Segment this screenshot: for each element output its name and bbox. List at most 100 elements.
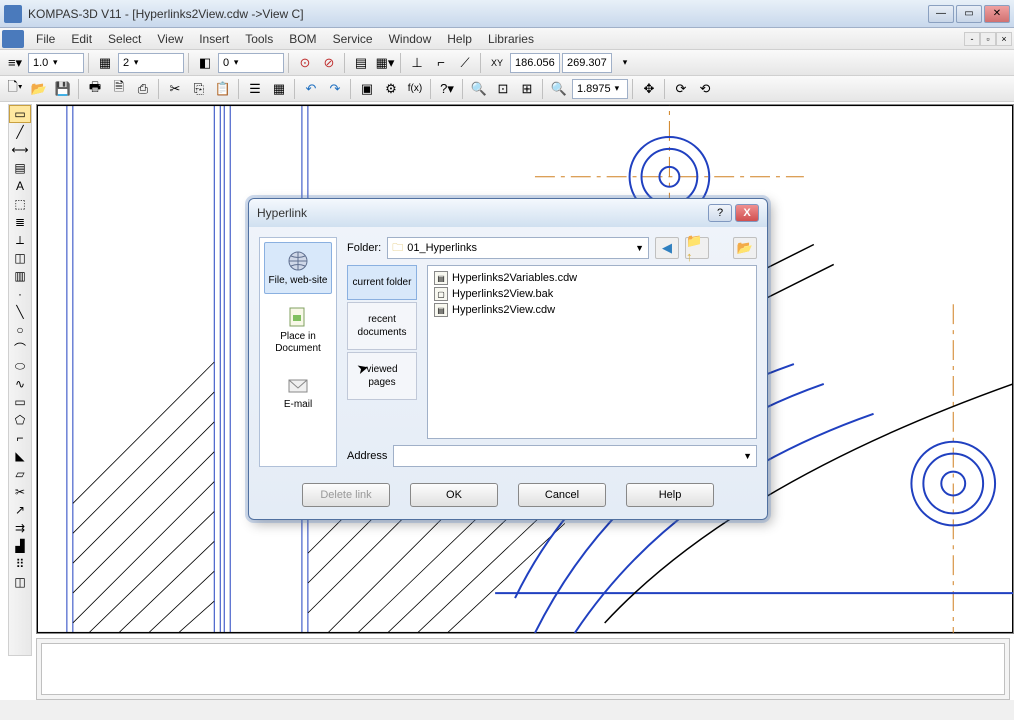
tool-copy-icon[interactable]: ⏥ — [9, 465, 31, 483]
tool-dim-icon[interactable]: ⟷ — [9, 141, 31, 159]
new-icon[interactable]: 🗋▾ — [4, 78, 26, 100]
tool-line-icon[interactable]: ╱ — [9, 123, 31, 141]
zoom-window-icon[interactable]: ⊡ — [492, 78, 514, 100]
mdi-minimize-button[interactable]: - — [964, 32, 980, 46]
menu-insert[interactable]: Insert — [191, 30, 237, 48]
coord-y-field[interactable]: 269.307 — [562, 53, 612, 73]
table-icon[interactable]: ▦ — [268, 78, 290, 100]
coord-x-field[interactable]: 186.056 — [510, 53, 560, 73]
command-line[interactable] — [41, 643, 1005, 695]
help-context-icon[interactable]: ?▾ — [436, 78, 458, 100]
file-item[interactable]: ▤ Hyperlinks2Variables.cdw — [432, 270, 752, 286]
menu-view[interactable]: View — [149, 30, 191, 48]
minimize-button[interactable]: — — [928, 5, 954, 23]
pan-icon[interactable]: ✥ — [638, 78, 660, 100]
tool-edit-icon[interactable]: ⬚ — [9, 195, 31, 213]
layer-combo[interactable]: 2▾ — [118, 53, 184, 73]
preview-icon[interactable]: 🗎 — [108, 78, 130, 100]
snap-tan-icon[interactable]: ⟋ — [454, 52, 476, 74]
tool-chamfer-icon[interactable]: ◣ — [9, 447, 31, 465]
tool-spec-icon[interactable]: ▥ — [9, 267, 31, 285]
menu-edit[interactable]: Edit — [63, 30, 100, 48]
menu-select[interactable]: Select — [100, 30, 149, 48]
dialog-close-button[interactable]: X — [735, 204, 759, 222]
menu-bom[interactable]: BOM — [281, 30, 324, 48]
grid-toggle-icon[interactable]: ▤ — [350, 52, 372, 74]
tool-segment-icon[interactable]: ╲ — [9, 303, 31, 321]
link-type-email[interactable]: E-mail — [264, 366, 332, 418]
tool-arc-icon[interactable]: ⌒ — [9, 339, 31, 357]
tool-select-icon[interactable]: ▭ — [9, 105, 31, 123]
tool-spline-icon[interactable]: ∿ — [9, 375, 31, 393]
dialog-help-button[interactable]: ? — [708, 204, 732, 222]
plot-icon[interactable]: ⎙ — [132, 78, 154, 100]
save-icon[interactable]: 💾 — [52, 78, 74, 100]
help-button[interactable]: Help — [626, 483, 714, 507]
ortho-icon[interactable]: ⊥ — [406, 52, 428, 74]
tab-current-folder[interactable]: current folder — [347, 265, 417, 300]
cut-icon[interactable]: ✂ — [164, 78, 186, 100]
link-type-file-website[interactable]: File, web-site — [264, 242, 332, 294]
zoom-extents-icon[interactable]: ⊞ — [516, 78, 538, 100]
menu-service[interactable]: Service — [325, 30, 381, 48]
tab-recent-documents[interactable]: recent documents — [347, 302, 417, 350]
zoom-combo[interactable]: 1.8975▾ — [572, 79, 628, 99]
menu-window[interactable]: Window — [381, 30, 440, 48]
tool-library-icon[interactable]: ◫ — [9, 249, 31, 267]
tool-array-icon[interactable]: ⠿ — [9, 555, 31, 573]
tool-group-icon[interactable]: ◫ — [9, 573, 31, 591]
file-item[interactable]: ▢ Hyperlinks2View.bak — [432, 286, 752, 302]
grid-options-icon[interactable]: ▦▾ — [374, 52, 396, 74]
tool-circle-icon[interactable]: ○ — [9, 321, 31, 339]
copy-icon[interactable]: ⎘ — [188, 78, 210, 100]
tab-viewed-pages[interactable]: viewed pages — [347, 352, 417, 400]
redo-icon[interactable]: ↷ — [324, 78, 346, 100]
folder-open-button[interactable]: 📂 — [733, 237, 757, 259]
file-list[interactable]: ▤ Hyperlinks2Variables.cdw ▢ Hyperlinks2… — [427, 265, 757, 439]
dialog-titlebar[interactable]: Hyperlink ? X — [249, 199, 767, 227]
print-icon[interactable]: 🖶 — [84, 78, 106, 100]
tool-poly-icon[interactable]: ⬠ — [9, 411, 31, 429]
xy-icon[interactable]: XY — [486, 52, 508, 74]
library-icon[interactable]: ⚙ — [380, 78, 402, 100]
tool-rect-icon[interactable]: ▭ — [9, 393, 31, 411]
maximize-button[interactable]: ▭ — [956, 5, 982, 23]
properties-icon[interactable]: ☰ — [244, 78, 266, 100]
cancel-button[interactable]: Cancel — [518, 483, 606, 507]
snap-perp-icon[interactable]: ⌐ — [430, 52, 452, 74]
folder-combo[interactable]: 🗀 01_Hyperlinks ▼ — [387, 237, 649, 259]
magnet-off-icon[interactable]: ⊘ — [318, 52, 340, 74]
menu-libraries[interactable]: Libraries — [480, 30, 542, 48]
tool-point-icon[interactable]: · — [9, 285, 31, 303]
regen-icon[interactable]: ⟲ — [694, 78, 716, 100]
delete-link-button[interactable]: Delete link — [302, 483, 390, 507]
tool-ellipse-icon[interactable]: ⬭ — [9, 357, 31, 375]
tool-trim-icon[interactable]: ✂ — [9, 483, 31, 501]
close-button[interactable]: ✕ — [984, 5, 1010, 23]
open-icon[interactable]: 📂 — [28, 78, 50, 100]
fx-icon[interactable]: f(x) — [404, 78, 426, 100]
line-weight-combo[interactable]: 1.0▾ — [28, 53, 84, 73]
zoom-prev-icon[interactable]: 🔍 — [548, 78, 570, 100]
tool-extend-icon[interactable]: ↗ — [9, 501, 31, 519]
zoom-in-icon[interactable]: 🔍 — [468, 78, 490, 100]
menu-help[interactable]: Help — [439, 30, 480, 48]
coord-lock-icon[interactable]: ▾ — [614, 52, 636, 74]
tool-offset-icon[interactable]: ⇉ — [9, 519, 31, 537]
mdi-close-button[interactable]: × — [996, 32, 1012, 46]
tool-text-icon[interactable]: A — [9, 177, 31, 195]
tool-hatch-icon[interactable]: ▤ — [9, 159, 31, 177]
tool-param-icon[interactable]: ≣ — [9, 213, 31, 231]
manager-icon[interactable]: ▣ — [356, 78, 378, 100]
style-dropdown-icon[interactable]: ≡▾ — [4, 52, 26, 74]
folder-up-button[interactable]: 📁↑ — [685, 237, 709, 259]
tool-fillet-icon[interactable]: ⌐ — [9, 429, 31, 447]
paste-icon[interactable]: 📋 — [212, 78, 234, 100]
mdi-restore-button[interactable]: ▫ — [980, 32, 996, 46]
tool-mirror-icon[interactable]: ▟ — [9, 537, 31, 555]
link-type-place-document[interactable]: Place in Document — [264, 298, 332, 362]
tool-measure-icon[interactable]: ⟂ — [9, 231, 31, 249]
menu-file[interactable]: File — [28, 30, 63, 48]
file-item[interactable]: ▤ Hyperlinks2View.cdw — [432, 302, 752, 318]
layer-icon[interactable]: ▦ — [94, 52, 116, 74]
